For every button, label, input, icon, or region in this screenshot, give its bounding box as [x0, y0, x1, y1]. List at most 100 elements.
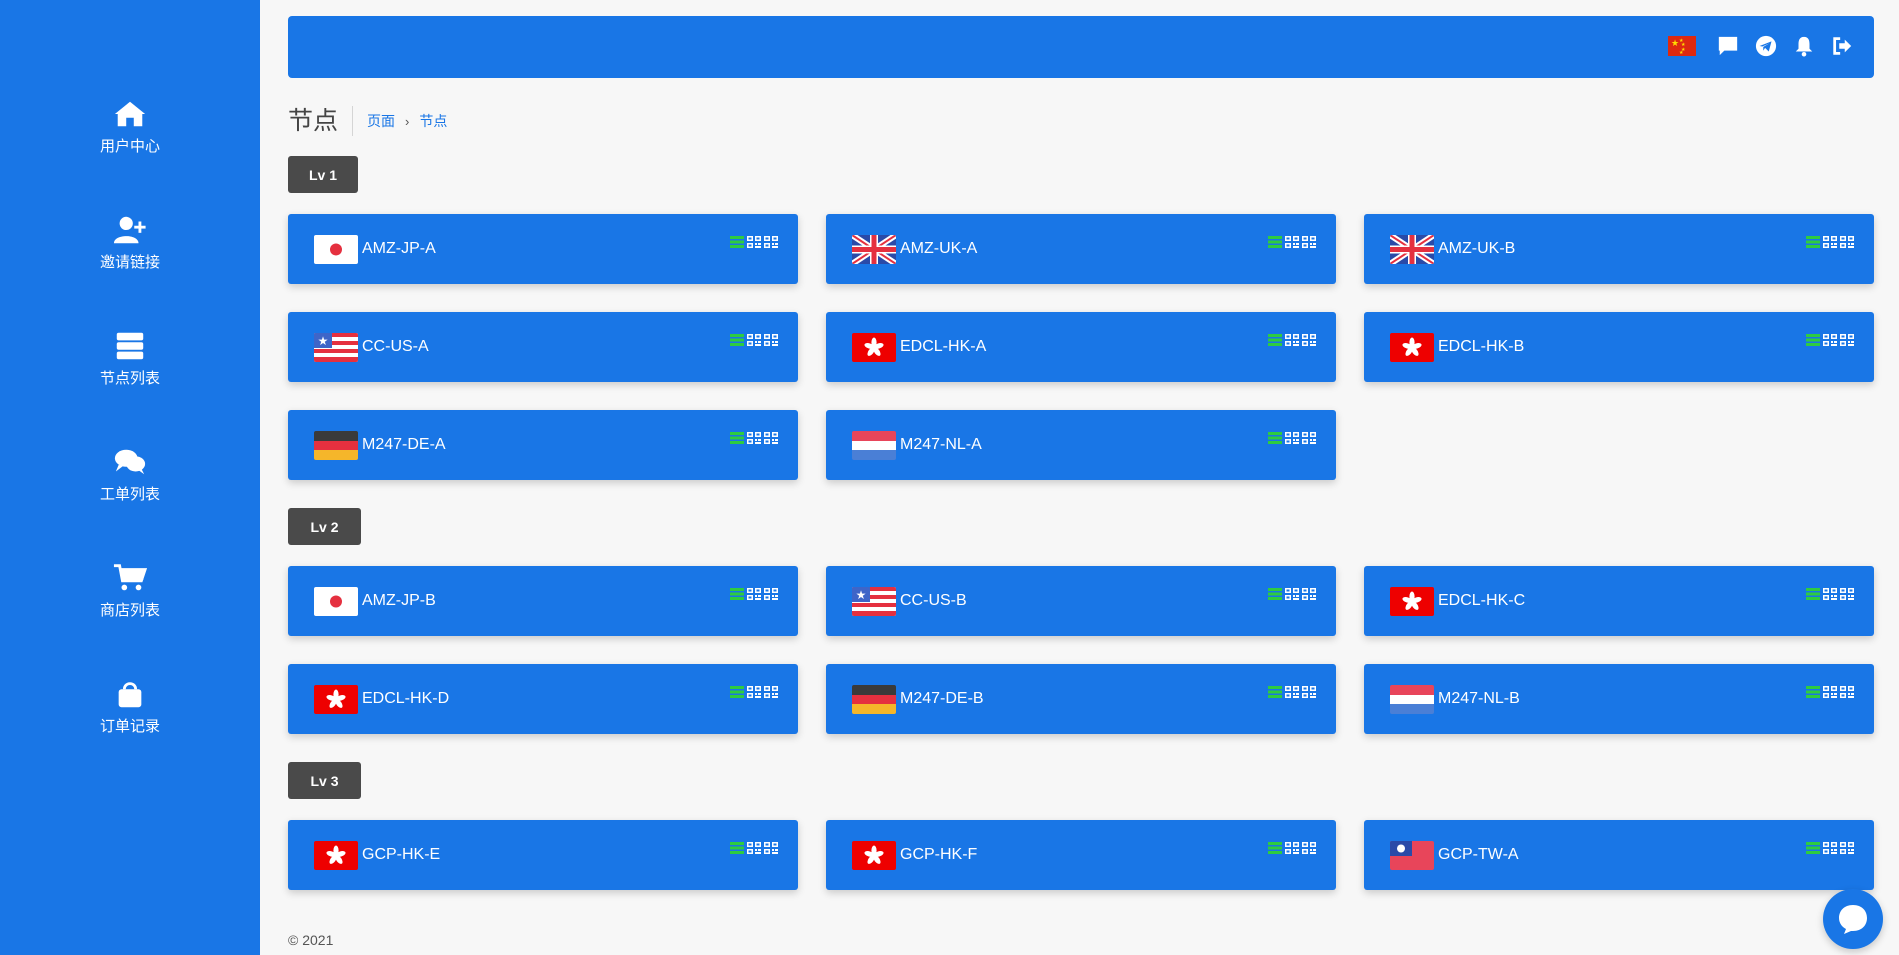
live-chat-button[interactable] — [1823, 889, 1883, 949]
bell-icon[interactable] — [1792, 34, 1816, 58]
qrcode-icon[interactable] — [764, 236, 778, 248]
node-name: AMZ-JP-A — [362, 240, 436, 257]
sidebar-item-ticket-list[interactable]: 工单列表 — [0, 430, 260, 520]
qrcode-icon[interactable] — [747, 842, 761, 854]
list-icon[interactable] — [730, 432, 744, 444]
node-actions — [1806, 334, 1854, 346]
shopping-bag-icon — [118, 681, 142, 707]
list-icon[interactable] — [1268, 236, 1282, 248]
qrcode-icon[interactable] — [747, 432, 761, 444]
sidebar-item-label: 邀请链接 — [99, 253, 160, 271]
qrcode-icon[interactable] — [747, 686, 761, 698]
node-card[interactable]: EDCL-HK-B — [1364, 312, 1874, 382]
qrcode-icon[interactable] — [1285, 236, 1299, 248]
list-icon[interactable] — [730, 686, 744, 698]
logout-icon[interactable] — [1830, 34, 1854, 58]
qrcode-icon[interactable] — [764, 334, 778, 346]
qrcode-icon[interactable] — [1285, 432, 1299, 444]
sidebar-item-shop-list[interactable]: 商店列表 — [0, 546, 260, 636]
nl-flag-icon — [1390, 685, 1434, 714]
node-card[interactable]: GCP-HK-E — [288, 820, 798, 890]
node-card[interactable]: ★ CC-US-A — [288, 312, 798, 382]
list-icon[interactable] — [1806, 842, 1820, 854]
uk-flag-icon — [1390, 235, 1434, 264]
node-card[interactable]: EDCL-HK-D — [288, 664, 798, 734]
breadcrumb-pages-link[interactable]: 页面 — [367, 111, 395, 131]
node-name: AMZ-JP-B — [362, 592, 436, 609]
node-card[interactable]: GCP-TW-A — [1364, 820, 1874, 890]
node-name: M247-DE-A — [362, 436, 446, 453]
qrcode-icon[interactable] — [1840, 842, 1854, 854]
list-icon[interactable] — [730, 588, 744, 600]
sidebar-item-node-list[interactable]: 节点列表 — [0, 314, 260, 404]
list-icon[interactable] — [1268, 432, 1282, 444]
list-icon[interactable] — [1268, 842, 1282, 854]
node-card[interactable]: AMZ-UK-A — [826, 214, 1336, 284]
node-actions — [1806, 686, 1854, 698]
list-icon[interactable] — [1268, 334, 1282, 346]
qrcode-icon[interactable] — [1823, 236, 1837, 248]
qrcode-icon[interactable] — [1302, 588, 1316, 600]
node-actions — [1268, 842, 1316, 854]
qrcode-icon[interactable] — [1840, 686, 1854, 698]
qrcode-icon[interactable] — [1840, 588, 1854, 600]
node-card[interactable]: M247-NL-B — [1364, 664, 1874, 734]
qrcode-icon[interactable] — [764, 842, 778, 854]
svg-text:★: ★ — [318, 334, 329, 348]
telegram-icon[interactable] — [1754, 34, 1778, 58]
qrcode-icon[interactable] — [1823, 842, 1837, 854]
qrcode-icon[interactable] — [1823, 588, 1837, 600]
node-card[interactable]: M247-NL-A — [826, 410, 1336, 480]
china-flag-icon[interactable]: ★ ★ ★ ★ ★ — [1668, 36, 1696, 56]
node-name: M247-DE-B — [900, 690, 984, 707]
qrcode-icon[interactable] — [1302, 432, 1316, 444]
list-icon[interactable] — [1806, 686, 1820, 698]
qrcode-icon[interactable] — [764, 686, 778, 698]
sidebar-item-order-records[interactable]: 订单记录 — [0, 662, 260, 752]
qrcode-icon[interactable] — [1302, 236, 1316, 248]
node-card[interactable]: AMZ-JP-A — [288, 214, 798, 284]
list-icon[interactable] — [730, 334, 744, 346]
qrcode-icon[interactable] — [1285, 686, 1299, 698]
tw-flag-icon — [1390, 841, 1434, 870]
list-icon[interactable] — [1268, 686, 1282, 698]
node-actions — [730, 588, 778, 600]
sidebar-item-user-center[interactable]: 用户中心 — [0, 82, 260, 172]
level-badge-lv2: Lv 2 — [288, 508, 361, 545]
qrcode-icon[interactable] — [747, 334, 761, 346]
qrcode-icon[interactable] — [747, 588, 761, 600]
node-card[interactable]: M247-DE-B — [826, 664, 1336, 734]
qrcode-icon[interactable] — [1302, 334, 1316, 346]
qrcode-icon[interactable] — [1840, 334, 1854, 346]
list-icon[interactable] — [730, 236, 744, 248]
node-card[interactable]: AMZ-JP-B — [288, 566, 798, 636]
list-icon[interactable] — [730, 842, 744, 854]
node-card[interactable]: AMZ-UK-B — [1364, 214, 1874, 284]
qrcode-icon[interactable] — [1840, 236, 1854, 248]
node-actions — [730, 432, 778, 444]
list-icon[interactable] — [1806, 334, 1820, 346]
qrcode-icon[interactable] — [747, 236, 761, 248]
jp-flag-icon — [314, 587, 358, 616]
node-card[interactable]: ★ CC-US-B — [826, 566, 1336, 636]
list-icon[interactable] — [1268, 588, 1282, 600]
node-card[interactable]: GCP-HK-F — [826, 820, 1336, 890]
message-icon[interactable] — [1716, 34, 1740, 58]
node-card[interactable]: M247-DE-A — [288, 410, 798, 480]
sidebar-item-invite-link[interactable]: 邀请链接 — [0, 198, 260, 288]
qrcode-icon[interactable] — [1823, 686, 1837, 698]
qrcode-icon[interactable] — [1302, 842, 1316, 854]
qrcode-icon[interactable] — [1302, 686, 1316, 698]
qrcode-icon[interactable] — [764, 588, 778, 600]
node-card[interactable]: EDCL-HK-C — [1364, 566, 1874, 636]
qrcode-icon[interactable] — [1823, 334, 1837, 346]
hk-flag-icon — [1390, 333, 1434, 362]
node-card[interactable]: EDCL-HK-A — [826, 312, 1336, 382]
qrcode-icon[interactable] — [1285, 334, 1299, 346]
qrcode-icon[interactable] — [1285, 588, 1299, 600]
qrcode-icon[interactable] — [1285, 842, 1299, 854]
list-icon[interactable] — [1806, 236, 1820, 248]
nl-flag-icon — [852, 431, 896, 460]
list-icon[interactable] — [1806, 588, 1820, 600]
qrcode-icon[interactable] — [764, 432, 778, 444]
